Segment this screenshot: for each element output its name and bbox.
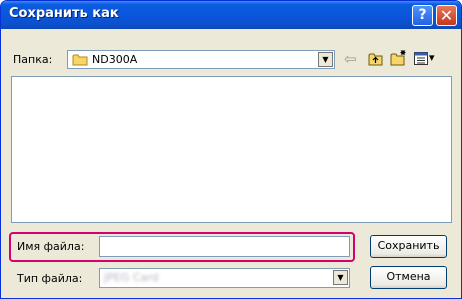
help-button[interactable]: ? [412, 5, 433, 26]
back-icon[interactable]: ⇦ [344, 50, 357, 68]
save-button[interactable]: Сохранить [370, 235, 447, 258]
file-list[interactable] [11, 76, 452, 223]
view-menu-icon[interactable] [414, 52, 428, 65]
cancel-button[interactable]: Отмена [370, 266, 447, 289]
filetype-label: Тип файла: [17, 272, 83, 285]
filename-input[interactable] [99, 236, 350, 257]
folder-dropdown-arrow[interactable]: ▼ [318, 52, 333, 67]
title-bar[interactable]: Сохранить как ? ✕ [1, 1, 461, 29]
new-folder-icon[interactable] [390, 49, 407, 66]
filetype-value: JPEG Card [104, 271, 159, 284]
folder-label: Папка: [13, 53, 53, 66]
folder-value: ND300A [92, 53, 138, 66]
save-as-dialog: Сохранить как ? ✕ Папка: ND300A ▼ ⇦ ▾ Им… [0, 0, 462, 299]
up-folder-icon[interactable] [368, 52, 383, 66]
folder-select[interactable]: ND300A ▼ [67, 50, 335, 69]
close-button[interactable]: ✕ [436, 5, 457, 26]
filename-label: Имя файла: [17, 240, 85, 253]
filetype-dropdown-arrow[interactable]: ▼ [333, 270, 348, 285]
view-menu-arrow[interactable]: ▾ [429, 51, 435, 64]
folder-icon [72, 54, 88, 66]
filetype-select[interactable]: JPEG Card ▼ [99, 268, 350, 288]
dialog-title: Сохранить как [9, 6, 119, 21]
